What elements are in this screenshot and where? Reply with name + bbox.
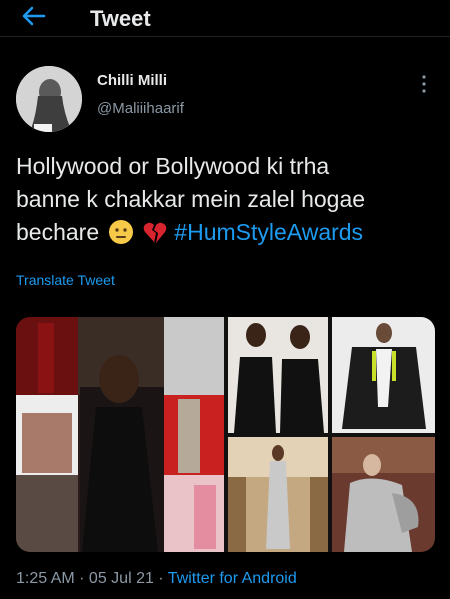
author-handle[interactable]: @Maliiihaarif <box>97 100 184 117</box>
meta-separator-2: · <box>153 570 168 587</box>
tweet-time[interactable]: 1:25 AM <box>16 570 75 587</box>
tweet-text: Hollywood or Bollywood ki trha banne k c… <box>16 150 441 249</box>
tweet-author-row: Chilli Milli @Maliiihaarif <box>0 60 450 140</box>
broken-heart-emoji <box>143 222 167 243</box>
tweet-source-link[interactable]: Twitter for Android <box>168 570 297 587</box>
tweet-text-line-2: banne k chakkar mein zalel hogae <box>16 186 366 212</box>
media-photo-1[interactable] <box>16 317 224 552</box>
media-photo-4[interactable] <box>228 437 328 552</box>
tweet-timestamp-row: 1:25 AM · 05 Jul 21 · Twitter for Androi… <box>16 570 297 588</box>
tweet-text-line-1: Hollywood or Bollywood ki trha <box>16 153 330 179</box>
tweet-text-line-3-words: bechare <box>16 219 100 245</box>
hashtag-link[interactable]: #HumStyleAwards <box>174 219 363 245</box>
page-title: Tweet <box>90 6 151 31</box>
more-vertical-icon[interactable] <box>420 74 428 94</box>
translate-tweet-link[interactable]: Translate Tweet <box>16 272 115 288</box>
avatar[interactable] <box>16 66 82 132</box>
media-photo-3[interactable] <box>332 317 435 433</box>
media-photo-5[interactable] <box>332 437 435 552</box>
tweet-media-grid <box>16 317 435 552</box>
tweet-date[interactable]: 05 Jul 21 <box>89 570 154 587</box>
author-display-name[interactable]: Chilli Milli <box>97 72 167 89</box>
meta-separator: · <box>74 570 89 587</box>
neutral-face-emoji <box>108 220 133 244</box>
arrow-left-icon[interactable] <box>20 5 46 27</box>
media-photo-2[interactable] <box>228 317 328 433</box>
tweet-text-line-3: bechare #HumStyleAwards <box>16 216 441 249</box>
top-bar: Tweet <box>0 0 450 37</box>
